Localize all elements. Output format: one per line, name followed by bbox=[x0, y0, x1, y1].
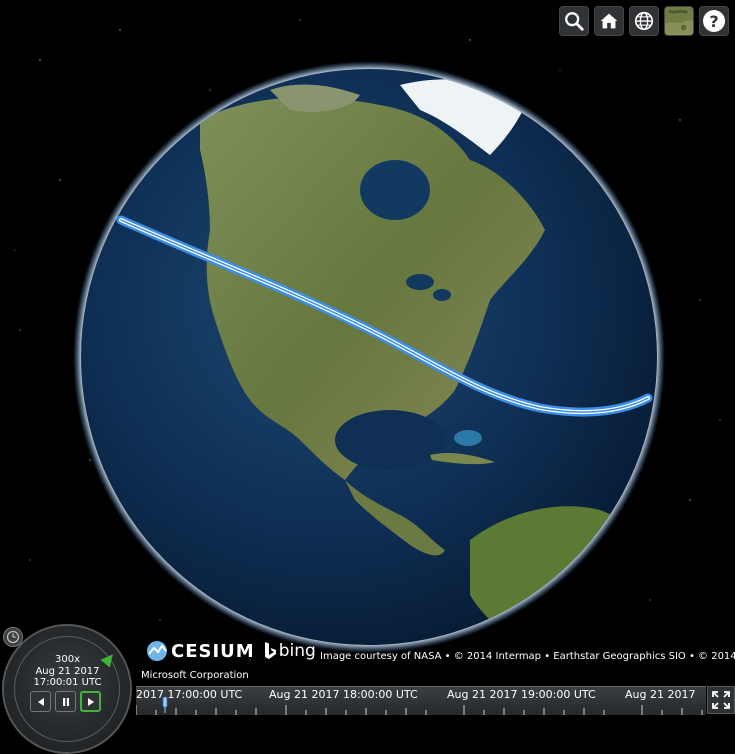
play-reverse-icon bbox=[37, 697, 44, 706]
timeline-label: 2017 17:00:00 UTC bbox=[136, 688, 243, 701]
clock-icon bbox=[6, 630, 20, 644]
bing-icon bbox=[264, 642, 276, 659]
animation-widget: 300x Aug 21 2017 17:00:01 UTC bbox=[0, 624, 135, 754]
bing-label: bing bbox=[278, 641, 316, 661]
realtime-button[interactable] bbox=[3, 627, 23, 647]
pause-button[interactable] bbox=[55, 691, 76, 712]
timeline-label: Aug 21 2017 19:00:00 UTC bbox=[447, 688, 596, 701]
earth-globe bbox=[73, 61, 665, 653]
timeline-current-time-needle[interactable] bbox=[162, 697, 168, 713]
base-layer-picker-button[interactable] bbox=[664, 6, 694, 36]
timeline-bar[interactable]: 2017 17:00:00 UTC Aug 21 2017 18:00:00 U… bbox=[136, 686, 706, 715]
help-label: ? bbox=[703, 10, 725, 32]
home-button[interactable] bbox=[594, 6, 624, 36]
timeline-label: Aug 21 2017 18:00:00 UTC bbox=[269, 688, 418, 701]
credit-logos: CESIUM bing bbox=[146, 636, 316, 666]
play-forward-icon bbox=[87, 697, 94, 706]
playback-controls bbox=[30, 691, 101, 712]
shuttle-ring-track bbox=[14, 636, 120, 742]
search-icon bbox=[565, 12, 584, 31]
cesium-label: CESIUM bbox=[171, 640, 255, 662]
globe-icon bbox=[634, 11, 654, 31]
cesium-logo[interactable]: CESIUM bbox=[146, 640, 255, 662]
fullscreen-icon bbox=[712, 691, 730, 709]
imagery-provider: Microsoft Corporation bbox=[141, 670, 249, 681]
animation-date: Aug 21 2017 bbox=[35, 666, 100, 677]
timeline-label: Aug 21 2017 bbox=[625, 688, 696, 701]
play-forward-button[interactable] bbox=[80, 691, 101, 712]
cesium-icon bbox=[147, 641, 167, 661]
imagery-thumbnail-icon bbox=[665, 7, 693, 35]
animation-time: 17:00:01 UTC bbox=[33, 677, 102, 688]
help-button[interactable]: ? bbox=[699, 6, 729, 36]
animation-speed: 300x bbox=[54, 654, 80, 665]
play-reverse-button[interactable] bbox=[30, 691, 51, 712]
home-icon bbox=[600, 13, 618, 29]
bing-logo[interactable]: bing bbox=[263, 641, 316, 661]
imagery-attribution: Image courtesy of NASA • © 2014 Intermap… bbox=[320, 651, 735, 662]
fullscreen-button[interactable] bbox=[707, 686, 735, 714]
geocoder-search-button[interactable] bbox=[559, 6, 589, 36]
scene-mode-button[interactable] bbox=[629, 6, 659, 36]
viewer-toolbar: ? bbox=[559, 6, 729, 36]
pause-icon bbox=[62, 697, 69, 706]
globe-viewport[interactable] bbox=[0, 0, 735, 714]
